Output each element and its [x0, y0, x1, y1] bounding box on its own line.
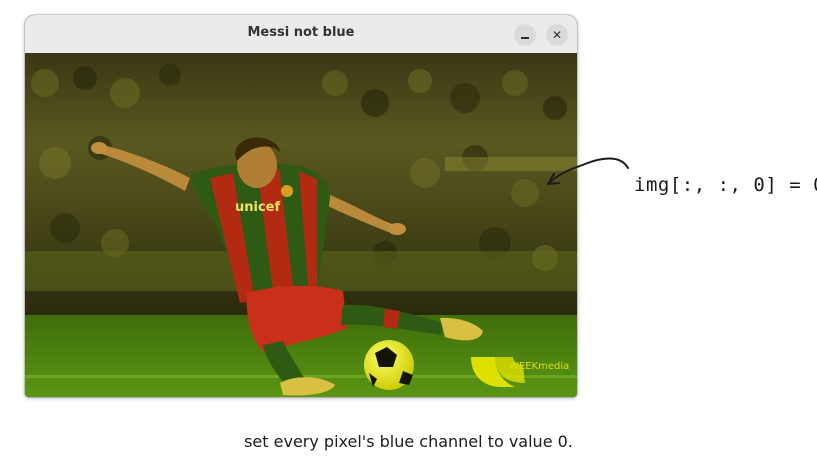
code-annotation: img[:, :, 0] = 0: [634, 174, 817, 196]
jersey-sponsor-text: unicef: [235, 200, 280, 215]
messi-photo: unicef WEEKmedia: [25, 53, 577, 397]
screenshot-stage: Messi not blue ✕ unicef WEEKmedia img[:,…: [0, 0, 817, 462]
window-title: Messi not blue: [247, 25, 355, 40]
jersey-crest: [281, 185, 293, 197]
image-viewer-window: Messi not blue ✕ unicef WEEKmedia: [25, 15, 577, 397]
minimize-button[interactable]: [514, 24, 536, 46]
watermark-text: WEEKmedia: [509, 361, 569, 372]
annotation-arrow: [547, 157, 629, 185]
minimize-icon: [521, 37, 529, 39]
soccer-ball: [364, 340, 414, 390]
caption-text: set every pixel's blue channel to value …: [244, 432, 573, 451]
close-icon: ✕: [551, 28, 563, 42]
window-titlebar[interactable]: Messi not blue ✕: [25, 15, 577, 54]
displayed-image: unicef WEEKmedia: [25, 53, 577, 397]
close-button[interactable]: ✕: [546, 24, 568, 46]
